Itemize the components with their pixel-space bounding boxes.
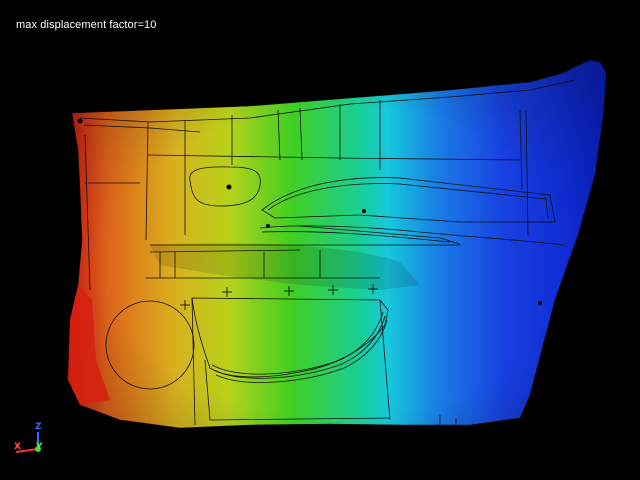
axis-triad[interactable]: Z X Y — [14, 422, 43, 453]
y-axis-label: Y — [35, 442, 43, 452]
x-axis-label: X — [14, 442, 21, 452]
door-panel-model[interactable]: Z X Y — [0, 0, 640, 480]
fe-viewport[interactable]: max displacement factor=10 Z X Y — [0, 0, 640, 480]
z-axis-label: Z — [35, 422, 42, 432]
